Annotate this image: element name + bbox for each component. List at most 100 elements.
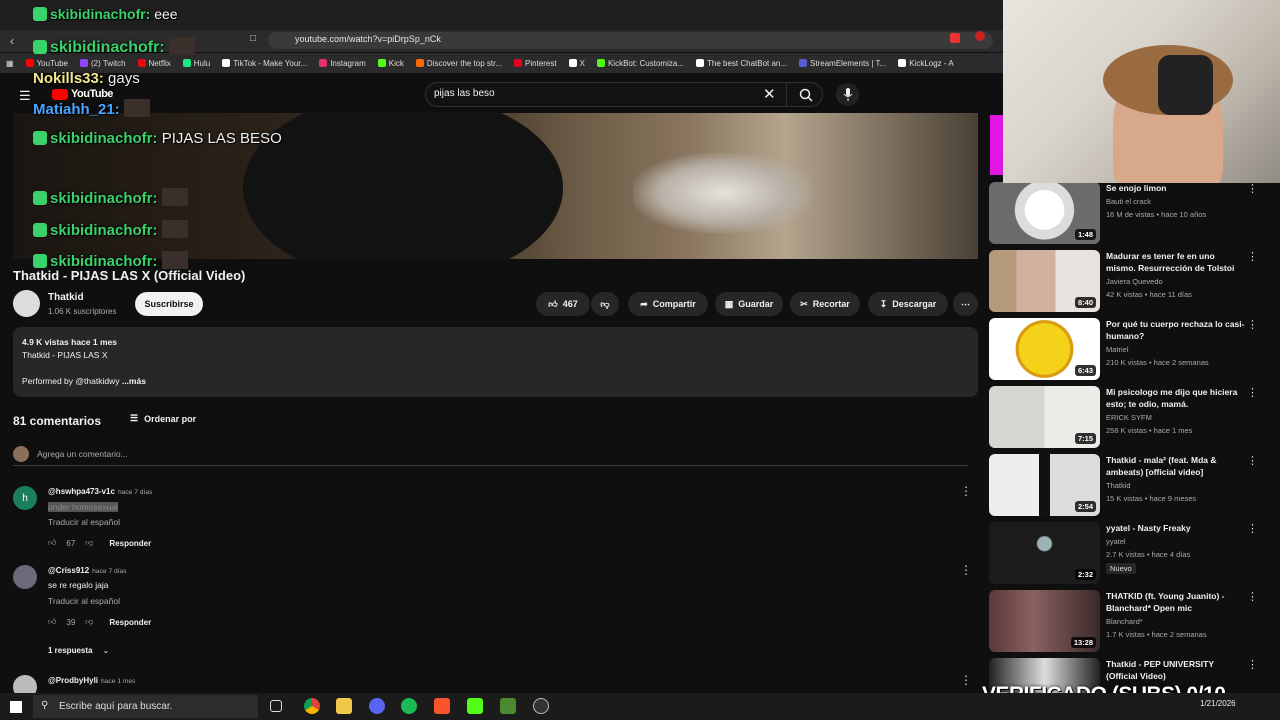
like-button[interactable]: 👍︎ 467 (536, 292, 590, 316)
extensions-icon[interactable] (950, 33, 960, 43)
recommended-title[interactable]: THATKID (ft. Young Juanito) - Blanchard*… (1106, 590, 1246, 614)
recommended-video[interactable]: 13:28 THATKID (ft. Young Juanito) - Blanc… (989, 590, 1279, 654)
recommended-title[interactable]: Por qué tu cuerpo rechaza lo casi-humano… (1106, 318, 1246, 342)
recommended-video[interactable]: 8:40 Madurar es tener fe en uno mismo. Re… (989, 250, 1279, 314)
recommended-video[interactable]: 2:32 yyatel - Nasty Freaky yyatel 2.7 K vis… (989, 522, 1279, 586)
subscribe-button[interactable]: Suscribirse (135, 292, 203, 316)
bookmark-item[interactable]: KickLogz - A (892, 59, 959, 68)
browser-menu-icon[interactable] (975, 31, 985, 41)
bookmark-item[interactable]: X (563, 59, 591, 68)
bookmark-item[interactable]: (2) Twitch (74, 59, 132, 68)
recommended-menu-icon[interactable]: ⋮ (1247, 454, 1258, 467)
video-thumbnail[interactable]: 2:32 (989, 522, 1100, 584)
bookmark-item[interactable]: Pinterest (508, 59, 563, 68)
comment-menu-icon[interactable]: ⋮ (960, 563, 972, 577)
apps-grid-icon[interactable]: ▦ (0, 59, 20, 68)
discord-icon[interactable] (369, 698, 385, 714)
recommended-menu-icon[interactable]: ⋮ (1247, 318, 1258, 331)
reply-button[interactable]: Responder (109, 539, 151, 548)
recommended-title[interactable]: Madurar es tener fe en uno mismo. Resurr… (1106, 250, 1246, 274)
comment-menu-icon[interactable]: ⋮ (960, 673, 972, 687)
clip-button[interactable]: ✂ Recortar (790, 292, 860, 316)
bookmark-item[interactable]: KickBot: Customiza... (591, 59, 690, 68)
bookmark-item[interactable]: TikTok - Make Your... (216, 59, 313, 68)
comment-author[interactable]: @ProdbyHyli hace 1 mes (48, 676, 135, 685)
reply-button[interactable]: Responder (109, 618, 151, 627)
search-input[interactable]: pijas las beso (434, 88, 495, 99)
bookmark-item[interactable]: Kick (372, 59, 410, 68)
thumbs-up-icon[interactable]: 👍︎ (48, 617, 56, 627)
dislike-button[interactable]: 👎︎ (591, 292, 619, 316)
recommended-title[interactable]: Se enojo limon (1106, 182, 1246, 194)
recommended-title[interactable]: Mi psicologo me dijo que hiciera esto; t… (1106, 386, 1246, 410)
video-thumbnail[interactable]: 1:48 (989, 182, 1100, 244)
video-thumbnail[interactable]: 2:54 (989, 454, 1100, 516)
recommended-channel[interactable]: Bauti el crack (1106, 197, 1151, 206)
recommended-channel[interactable]: Thatkid (1106, 481, 1131, 490)
kick-icon[interactable] (467, 698, 483, 714)
translate-link[interactable]: Traducir al español (48, 517, 120, 527)
comment-menu-icon[interactable]: ⋮ (960, 484, 972, 498)
recommended-menu-icon[interactable]: ⋮ (1247, 386, 1258, 399)
recommended-menu-icon[interactable]: ⋮ (1247, 250, 1258, 263)
recommended-title[interactable]: Thatkid - mala² (feat. Mda & ambeats) [o… (1106, 454, 1246, 478)
bookmark-item[interactable]: Hulu (177, 59, 216, 68)
sort-comments-button[interactable]: ☰ Ordenar por (130, 413, 196, 424)
taskbar-search[interactable]: ⚲ Escribe aquí para buscar. (33, 695, 258, 718)
bookmark-item[interactable]: The best ChatBot an... (690, 59, 793, 68)
save-button[interactable]: ▦ Guardar (715, 292, 783, 316)
recommended-channel[interactable]: ERICK SYFM (1106, 413, 1152, 422)
recommended-channel[interactable]: Javiera Quevedo (1106, 277, 1163, 286)
search-button[interactable] (786, 82, 824, 107)
bookmark-star-icon[interactable]: □ (250, 33, 256, 44)
recommended-title[interactable]: Thatkid - PEP UNIVERSITY (Official Video… (1106, 658, 1246, 682)
windows-start-icon[interactable] (10, 700, 22, 713)
video-thumbnail[interactable]: 6:43 (989, 318, 1100, 380)
clear-search-icon[interactable]: ✕ (763, 85, 776, 103)
brave-icon[interactable] (434, 698, 450, 714)
minecraft-icon[interactable] (500, 698, 516, 714)
thumbs-down-icon[interactable]: 👎︎ (85, 538, 93, 548)
recommended-menu-icon[interactable]: ⋮ (1247, 590, 1258, 603)
comment-author[interactable]: @hswhpa473-v1c hace 7 días (48, 487, 152, 496)
recommended-title[interactable]: yyatel - Nasty Freaky (1106, 522, 1246, 534)
recommended-video[interactable]: 6:43 Por qué tu cuerpo rechaza lo casi-hu… (989, 318, 1279, 382)
comment-author[interactable]: @Criss912 hace 7 días (48, 566, 127, 575)
recommended-menu-icon[interactable]: ⋮ (1247, 182, 1258, 195)
recommended-video[interactable]: 1:48 Se enojo limon Bauti el crack 16 M de … (989, 182, 1279, 246)
back-icon[interactable]: ‹ (10, 34, 14, 48)
channel-name[interactable]: Thatkid (48, 292, 84, 303)
channel-avatar[interactable] (13, 290, 40, 317)
bookmark-item[interactable]: Netflix (132, 59, 177, 68)
voice-search-button[interactable] (836, 83, 859, 106)
thumbs-down-icon[interactable]: 👎︎ (85, 617, 93, 627)
bookmark-item[interactable]: Discover the top str... (410, 59, 508, 68)
chrome-icon[interactable] (304, 698, 320, 714)
comment-avatar[interactable] (13, 565, 37, 589)
bookmark-item[interactable]: StreamElements | T... (793, 59, 892, 68)
recommended-menu-icon[interactable]: ⋮ (1247, 522, 1258, 535)
recommended-channel[interactable]: yyatel (1106, 537, 1126, 546)
video-thumbnail[interactable]: 8:40 (989, 250, 1100, 312)
download-button[interactable]: ↧ Descargar (868, 292, 948, 316)
view-replies-button[interactable]: 1 respuesta ⌄ (48, 646, 109, 655)
hamburger-menu-icon[interactable]: ☰ (19, 88, 31, 104)
recommended-video[interactable]: 2:54 Thatkid - mala² (feat. Mda & ambeats… (989, 454, 1279, 518)
add-comment-field[interactable]: Agrega un comentario... (13, 446, 968, 466)
bookmark-item[interactable]: Instagram (313, 59, 372, 68)
recommended-menu-icon[interactable]: ⋮ (1247, 658, 1258, 671)
recommended-video[interactable]: 7:15 Mi psicologo me dijo que hiciera est… (989, 386, 1279, 450)
video-thumbnail[interactable]: 7:15 (989, 386, 1100, 448)
description-box[interactable]: 4.9 K vistas hace 1 mes Thatkid - PIJAS … (13, 327, 978, 397)
obs-icon[interactable] (533, 698, 549, 714)
more-actions-button[interactable]: ⋯ (953, 292, 978, 316)
thumbs-up-icon[interactable]: 👍︎ (48, 538, 56, 548)
file-explorer-icon[interactable] (336, 698, 352, 714)
show-more-link[interactable]: ...más (122, 376, 146, 386)
comment-avatar[interactable]: h (13, 486, 37, 510)
share-button[interactable]: ➦ Compartir (628, 292, 708, 316)
recommended-channel[interactable]: Matriel (1106, 345, 1129, 354)
translate-link[interactable]: Traducir al español (48, 596, 120, 606)
recommended-channel[interactable]: Blanchard* (1106, 617, 1143, 626)
bookmark-item[interactable]: YouTube (20, 59, 74, 68)
